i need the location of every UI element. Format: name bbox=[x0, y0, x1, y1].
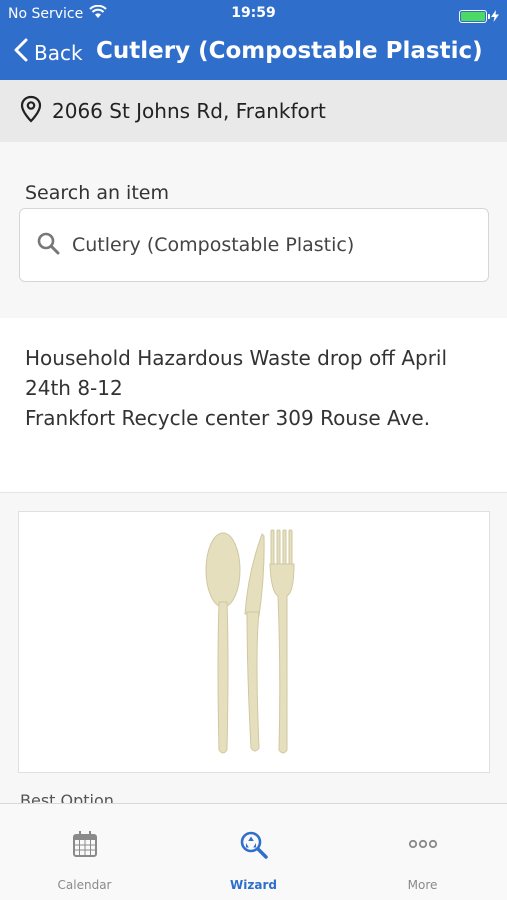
address-bar[interactable]: 2066 St Johns Rd, Frankfort bbox=[0, 80, 507, 142]
search-label: Search an item bbox=[25, 182, 169, 204]
chevron-left-icon bbox=[14, 38, 28, 67]
item-image-card bbox=[18, 511, 490, 773]
search-input[interactable]: Cutlery (Compostable Plastic) bbox=[19, 208, 489, 282]
tab-wizard-label: Wizard bbox=[230, 878, 277, 892]
knife-image bbox=[244, 533, 265, 752]
tab-more[interactable]: More bbox=[338, 804, 507, 900]
calendar-icon bbox=[72, 830, 98, 862]
search-icon bbox=[36, 231, 60, 259]
back-label: Back bbox=[34, 40, 83, 65]
address-text: 2066 St Johns Rd, Frankfort bbox=[52, 99, 326, 123]
battery-icon bbox=[459, 10, 490, 23]
notice-card: Household Hazardous Waste drop off April… bbox=[0, 318, 507, 492]
spoon-image bbox=[205, 532, 241, 754]
notice-line-2: Frankfort Recycle center 309 Rouse Ave. bbox=[25, 406, 431, 430]
page-title: Cutlery (Compostable Plastic) bbox=[96, 38, 483, 64]
wizard-icon bbox=[239, 830, 269, 864]
navigation-bar: Back Cutlery (Compostable Plastic) bbox=[0, 30, 507, 76]
search-section: Search an item Cutlery (Compostable Plas… bbox=[0, 142, 507, 318]
tab-wizard[interactable]: Wizard bbox=[169, 804, 338, 900]
tab-bar: Calendar Wizard More bbox=[0, 803, 507, 900]
status-time: 19:59 bbox=[231, 5, 276, 21]
more-icon bbox=[408, 830, 438, 862]
tab-calendar-label: Calendar bbox=[57, 878, 112, 892]
charging-icon bbox=[491, 7, 499, 26]
back-button[interactable]: Back bbox=[14, 38, 83, 67]
cutlery-image bbox=[205, 529, 295, 754]
tab-calendar[interactable]: Calendar bbox=[0, 804, 169, 900]
location-pin-icon bbox=[20, 95, 42, 127]
app-header: No Service 19:59 Back Cutlery (Compostab… bbox=[0, 0, 507, 80]
fork-image bbox=[269, 529, 295, 754]
item-section: Best Option bbox=[0, 492, 507, 810]
status-bar: No Service 19:59 bbox=[0, 0, 507, 28]
notice-text: Household Hazardous Waste drop off April… bbox=[25, 343, 485, 433]
tab-more-label: More bbox=[407, 878, 438, 892]
status-right bbox=[459, 7, 499, 26]
search-value: Cutlery (Compostable Plastic) bbox=[72, 234, 355, 256]
notice-line-1: Household Hazardous Waste drop off April… bbox=[25, 346, 448, 400]
